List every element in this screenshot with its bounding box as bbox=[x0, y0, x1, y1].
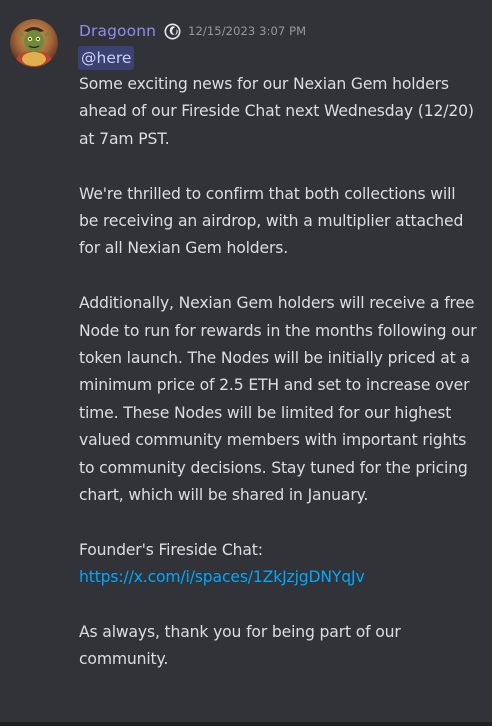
mention-here[interactable]: @here bbox=[78, 46, 135, 70]
spaces-link[interactable]: https://x.com/i/spaces/1ZkJzjgDNYqJv bbox=[79, 568, 365, 586]
role-badge-icon[interactable] bbox=[164, 23, 181, 40]
bottom-divider bbox=[0, 722, 492, 726]
paragraph-link: https://x.com/i/spaces/1ZkJzjgDNYqJv bbox=[79, 564, 479, 591]
username[interactable]: Dragoonn bbox=[79, 22, 156, 40]
avatar-image bbox=[10, 19, 58, 67]
avatar[interactable] bbox=[10, 19, 58, 67]
message-content: Some exciting news for our Nexian Gem ho… bbox=[79, 71, 479, 674]
paragraph-airdrop: We're thrilled to confirm that both coll… bbox=[79, 184, 464, 258]
paragraph-fireside-title: Founder's Fireside Chat: bbox=[79, 540, 263, 559]
paragraph-announcement: Some exciting news for our Nexian Gem ho… bbox=[79, 75, 474, 148]
message-header: Dragoonn 12/15/2023 3:07 PM bbox=[79, 18, 306, 44]
paragraph-closing: As always, thank you for being part of o… bbox=[79, 623, 401, 669]
paragraph-nodes: Additionally, Nexian Gem holders will re… bbox=[79, 294, 477, 505]
chat-message: Dragoonn 12/15/2023 3:07 PM @here Some e… bbox=[0, 0, 492, 726]
message-timestamp: 12/15/2023 3:07 PM bbox=[188, 24, 307, 38]
